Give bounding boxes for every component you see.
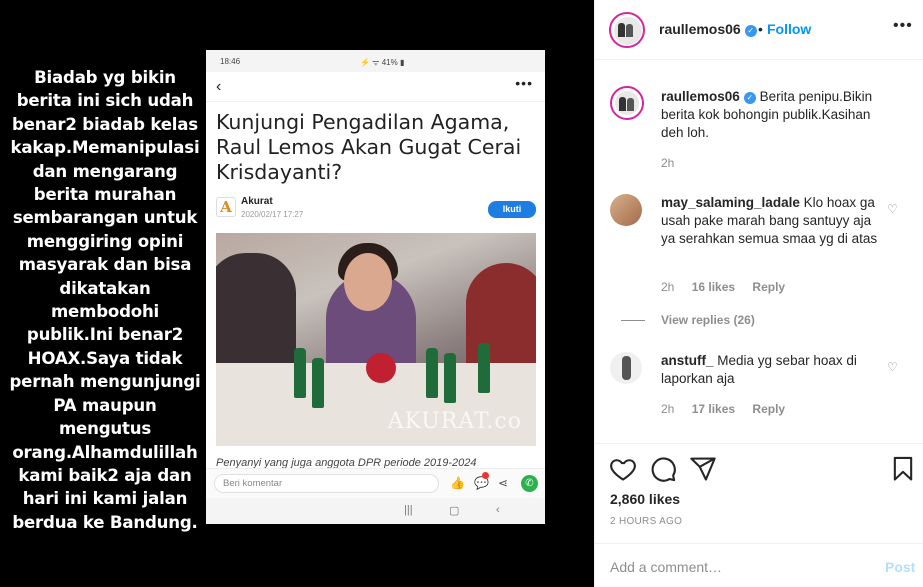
- bookmark-icon[interactable]: [889, 455, 917, 483]
- post-header: raullemos06 ✓ • Follow •••: [595, 0, 923, 60]
- commenter-avatar[interactable]: [610, 194, 642, 226]
- thumbs-up-icon: 👍: [450, 476, 465, 490]
- comment-like-heart-icon[interactable]: ♡: [887, 360, 898, 374]
- comment-likes[interactable]: 17 likes: [692, 402, 735, 416]
- list-item: anstuff_ Media yg sebar hoax di laporkan…: [610, 352, 915, 442]
- comment-meta: 2h 16 likes Reply: [661, 280, 799, 294]
- phone-screenshot: 18:46 ⚡ ᯤ 41% ▮ ‹ ••• Kunjungi Pengadila…: [206, 50, 545, 524]
- post-comment-button[interactable]: Post: [885, 559, 915, 575]
- source-date: 2020/02/17 17:27: [241, 210, 304, 219]
- article-photo: AKURAT.co: [216, 233, 536, 446]
- post-image: Biadab yg bikin berita ini sich udah ben…: [0, 0, 594, 587]
- recents-icon: |||: [404, 504, 413, 516]
- overlay-caption: Biadab yg bikin berita ini sich udah ben…: [9, 68, 201, 532]
- whatsapp-icon: ✆: [521, 475, 538, 492]
- comment-likes[interactable]: 16 likes: [692, 280, 735, 294]
- commenter-avatar[interactable]: [610, 352, 642, 384]
- comment-meta: 2h 17 likes Reply: [661, 402, 799, 416]
- home-icon: ▢: [449, 505, 460, 517]
- profile-avatar[interactable]: [609, 12, 645, 48]
- verified-badge-icon: ✓: [743, 92, 756, 104]
- verified-badge-icon: ✓: [744, 25, 757, 37]
- back-arrow-icon: ‹: [216, 78, 222, 95]
- post-actions: 2,860 likes 2 HOURS AGO: [595, 443, 923, 543]
- add-comment-input[interactable]: Add a comment…: [610, 559, 722, 575]
- phone-status-bar: 18:46 ⚡ ᯤ 41% ▮: [206, 50, 545, 72]
- heart-icon[interactable]: [609, 455, 637, 483]
- post-timestamp[interactable]: 2 HOURS AGO: [610, 516, 682, 527]
- phone-bottom-nav: ||| ▢ ‹: [206, 498, 545, 524]
- comment-username[interactable]: raullemos06: [661, 89, 740, 104]
- more-dots-icon: •••: [515, 75, 533, 91]
- source-logo: A: [216, 197, 236, 217]
- post-side-panel: raullemos06 ✓ • Follow ••• raullemos06 ✓ B…: [594, 0, 923, 587]
- header-username[interactable]: raullemos06 ✓: [659, 21, 757, 39]
- comment-meta: 2h: [661, 156, 688, 170]
- reply-button[interactable]: Reply: [752, 280, 785, 294]
- add-comment-bar: Add a comment… Post: [595, 543, 923, 587]
- comment-time: 2h: [661, 280, 675, 294]
- comment-username[interactable]: may_salaming_ladale: [661, 195, 800, 210]
- comment-icon[interactable]: [649, 455, 677, 483]
- source-name: Akurat: [241, 196, 273, 207]
- notification-dot-icon: [482, 472, 489, 479]
- phone-nav-bar: ‹ •••: [206, 72, 545, 102]
- commenter-avatar[interactable]: [610, 86, 644, 120]
- share-nodes-icon: ⋖: [498, 476, 509, 490]
- comment-time: 2h: [661, 156, 675, 170]
- article-headline: Kunjungi Pengadilan Agama, Raul Lemos Ak…: [216, 110, 522, 184]
- phone-comment-input: Beri komentar: [214, 474, 439, 493]
- phone-comment-bar: Beri komentar 👍 💬 ⋖ ✆: [206, 468, 545, 498]
- list-item: may_salaming_ladale Klo hoax ga usah pak…: [610, 194, 915, 344]
- likes-count[interactable]: 2,860 likes: [610, 491, 680, 507]
- view-replies-button[interactable]: View replies (26): [621, 313, 755, 327]
- back-icon: ‹: [496, 504, 500, 516]
- comment-time: 2h: [661, 402, 675, 416]
- comment-like-heart-icon[interactable]: ♡: [887, 202, 898, 216]
- follow-button[interactable]: Follow: [767, 21, 811, 37]
- comment-body: raullemos06 ✓ Berita penipu.Bikin berita …: [661, 88, 883, 142]
- comment-body: may_salaming_ladale Klo hoax ga usah pak…: [661, 194, 883, 248]
- reply-button[interactable]: Reply: [752, 402, 785, 416]
- list-item: raullemos06 ✓ Berita penipu.Bikin berita …: [610, 86, 915, 196]
- comments-list[interactable]: raullemos06 ✓ Berita penipu.Bikin berita …: [595, 60, 923, 443]
- more-options-icon[interactable]: •••: [893, 17, 913, 35]
- photo-watermark: AKURAT.co: [387, 409, 522, 434]
- comment-username[interactable]: anstuff_: [661, 353, 714, 368]
- phone-time: 18:46: [220, 57, 241, 66]
- share-icon[interactable]: [689, 455, 717, 483]
- separator-dot: •: [758, 21, 763, 37]
- phone-system-status: ⚡ ᯤ 41% ▮: [360, 58, 405, 67]
- comment-body: anstuff_ Media yg sebar hoax di laporkan…: [661, 352, 883, 388]
- article-follow-button: Ikuti: [488, 201, 536, 218]
